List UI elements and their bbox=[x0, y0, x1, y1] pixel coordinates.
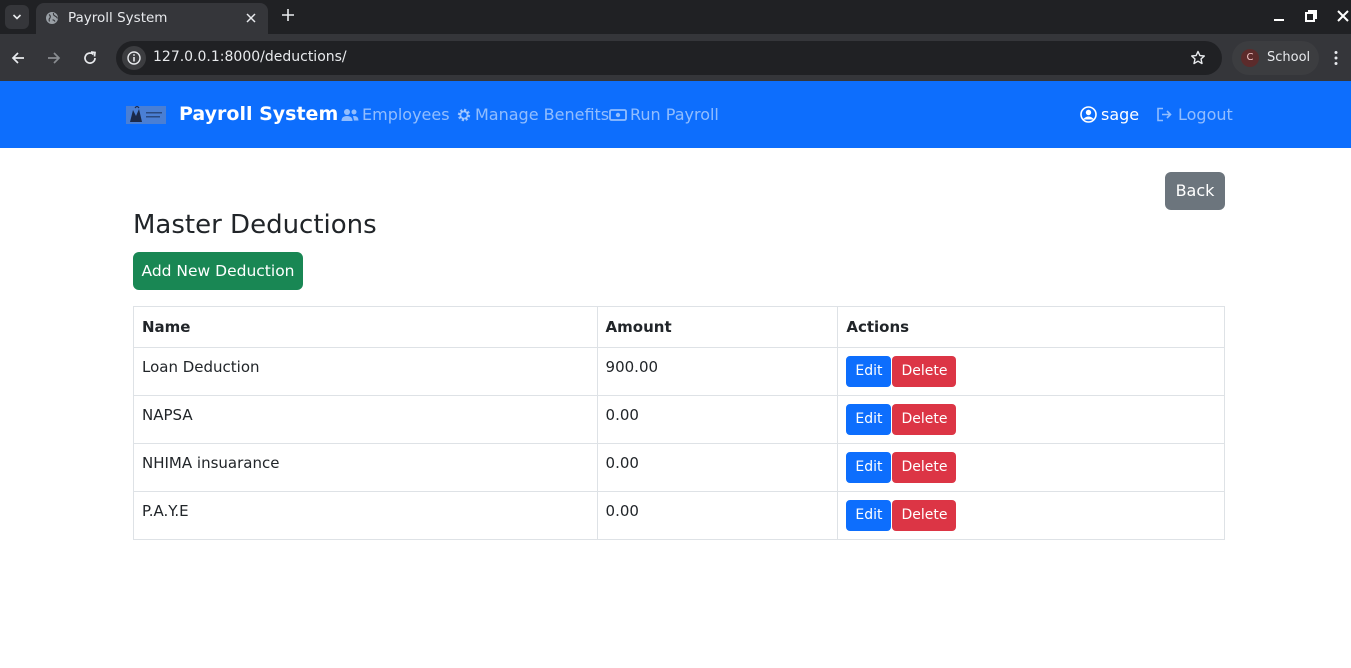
browser-toolbar: 127.0.0.1:8000/deductions/ C School bbox=[0, 34, 1351, 81]
table-row: NHIMA insuarance 0.00 Edit Delete bbox=[133, 443, 1225, 492]
user-circle-icon bbox=[1080, 106, 1097, 123]
table-row: NAPSA 0.00 Edit Delete bbox=[133, 395, 1225, 444]
deduction-amount: 900.00 bbox=[596, 347, 839, 396]
row-actions: Edit Delete bbox=[837, 443, 1225, 492]
edit-button[interactable]: Edit bbox=[846, 404, 892, 435]
chevron-down-icon bbox=[12, 14, 22, 20]
brand-logo-icon[interactable] bbox=[126, 104, 166, 126]
window-close-icon[interactable] bbox=[1336, 9, 1350, 23]
delete-button[interactable]: Delete bbox=[892, 452, 957, 483]
deduction-amount: 0.00 bbox=[596, 395, 839, 444]
column-header-name: Name bbox=[133, 306, 598, 348]
browser-tab[interactable]: Payroll System bbox=[36, 3, 268, 34]
table-row: Loan Deduction 900.00 Edit Delete bbox=[133, 347, 1225, 396]
globe-icon bbox=[46, 12, 59, 24]
table-header-row: Name Amount Actions bbox=[133, 306, 1225, 348]
deduction-name: NAPSA bbox=[133, 395, 598, 444]
row-actions: Edit Delete bbox=[837, 395, 1225, 444]
deduction-name: Loan Deduction bbox=[133, 347, 598, 396]
nav-link-run-payroll[interactable]: Run Payroll bbox=[609, 105, 719, 124]
gear-icon bbox=[457, 108, 471, 121]
column-header-actions: Actions bbox=[837, 306, 1225, 348]
profile-name: School bbox=[1267, 50, 1311, 65]
tab-search-button[interactable] bbox=[5, 5, 29, 29]
users-icon bbox=[341, 108, 359, 121]
table-row: P.A.Y.E 0.00 Edit Delete bbox=[133, 491, 1225, 540]
logout-link[interactable]: Logout bbox=[1156, 105, 1233, 124]
profile-button[interactable]: C School bbox=[1232, 41, 1319, 75]
nav-user[interactable]: sage bbox=[1080, 105, 1139, 124]
edit-button[interactable]: Edit bbox=[846, 452, 892, 483]
bookmark-star-icon[interactable] bbox=[1190, 50, 1206, 66]
nav-link-manage-benefits[interactable]: Manage Benefits bbox=[456, 105, 609, 124]
nav-link-label: Run Payroll bbox=[630, 105, 719, 124]
restore-icon[interactable] bbox=[1304, 9, 1318, 23]
tab-title: Payroll System bbox=[68, 10, 168, 26]
delete-button[interactable]: Delete bbox=[892, 500, 957, 531]
minimize-icon[interactable] bbox=[1272, 9, 1286, 23]
nav-link-label: Manage Benefits bbox=[475, 105, 610, 124]
deduction-name: P.A.Y.E bbox=[133, 491, 598, 540]
nav-link-employees[interactable]: Employees bbox=[341, 105, 450, 124]
delete-button[interactable]: Delete bbox=[892, 404, 957, 435]
close-icon[interactable] bbox=[245, 12, 257, 24]
column-header-amount: Amount bbox=[596, 306, 839, 348]
edit-button[interactable]: Edit bbox=[846, 356, 892, 387]
user-name: sage bbox=[1101, 105, 1140, 124]
app-navbar: Payroll System Employees Manage Benefits… bbox=[0, 81, 1351, 148]
money-bill-icon bbox=[609, 108, 627, 121]
site-info-button[interactable] bbox=[122, 46, 146, 70]
logout-label: Logout bbox=[1178, 105, 1233, 124]
deductions-table: Name Amount Actions Loan Deduction 900.0… bbox=[133, 306, 1225, 540]
back-arrow-icon[interactable] bbox=[10, 50, 26, 66]
deduction-amount: 0.00 bbox=[596, 443, 839, 492]
new-tab-plus-icon[interactable] bbox=[281, 8, 295, 22]
logout-icon bbox=[1157, 107, 1172, 122]
brand-name[interactable]: Payroll System bbox=[179, 103, 338, 125]
browser-tab-strip: Payroll System bbox=[0, 0, 1351, 34]
address-bar[interactable]: 127.0.0.1:8000/deductions/ bbox=[116, 41, 1222, 75]
more-menu-icon[interactable] bbox=[1333, 50, 1339, 66]
add-new-deduction-button[interactable]: Add New Deduction bbox=[133, 252, 303, 290]
nav-link-label: Employees bbox=[362, 105, 450, 124]
edit-button[interactable]: Edit bbox=[846, 500, 892, 531]
page-title: Master Deductions bbox=[133, 210, 377, 240]
info-icon bbox=[127, 51, 141, 65]
row-actions: Edit Delete bbox=[837, 347, 1225, 396]
row-actions: Edit Delete bbox=[837, 491, 1225, 540]
delete-button[interactable]: Delete bbox=[892, 356, 957, 387]
profile-avatar: C bbox=[1241, 49, 1259, 67]
url-text: 127.0.0.1:8000/deductions/ bbox=[153, 49, 347, 65]
deduction-name: NHIMA insuarance bbox=[133, 443, 598, 492]
reload-icon[interactable] bbox=[82, 50, 98, 66]
back-button[interactable]: Back bbox=[1165, 172, 1225, 210]
deduction-amount: 0.00 bbox=[596, 491, 839, 540]
forward-arrow-icon[interactable] bbox=[46, 50, 62, 66]
